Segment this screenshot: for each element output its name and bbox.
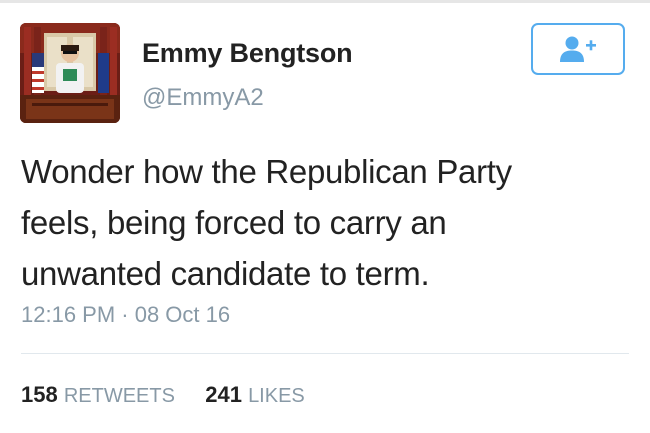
tweet-stats: 158 RETWEETS 241 LIKES [21,382,305,408]
tweet-text-line: feels, being forced to carry an [21,204,447,241]
likes-count: 241 [205,382,242,407]
retweets-label: RETWEETS [63,385,175,407]
stats-divider [21,353,629,354]
top-divider [0,0,650,3]
tweet-timestamp: 12:16 PM · 08 Oct 16 [21,302,231,327]
retweets-stat[interactable]: 158 RETWEETS [21,382,181,407]
likes-label: LIKES [248,385,305,407]
user-handle[interactable]: @EmmyA2 [142,84,264,112]
tweet-text-line: Wonder how the Republican Party [21,153,512,190]
user-name[interactable]: Emmy Bengtson [142,38,353,69]
avatar[interactable] [20,23,120,123]
follow-button[interactable] [531,23,625,75]
tweet-text: Wonder how the Republican Party feels, b… [21,146,631,299]
likes-stat[interactable]: 241 LIKES [205,382,305,407]
tweet-card: Emmy Bengtson @EmmyA2 Wonder how the Rep… [0,0,650,433]
add-user-icon [560,36,596,62]
avatar-photo [20,23,120,123]
retweets-count: 158 [21,382,58,407]
tweet-text-line: unwanted candidate to term. [21,255,430,292]
